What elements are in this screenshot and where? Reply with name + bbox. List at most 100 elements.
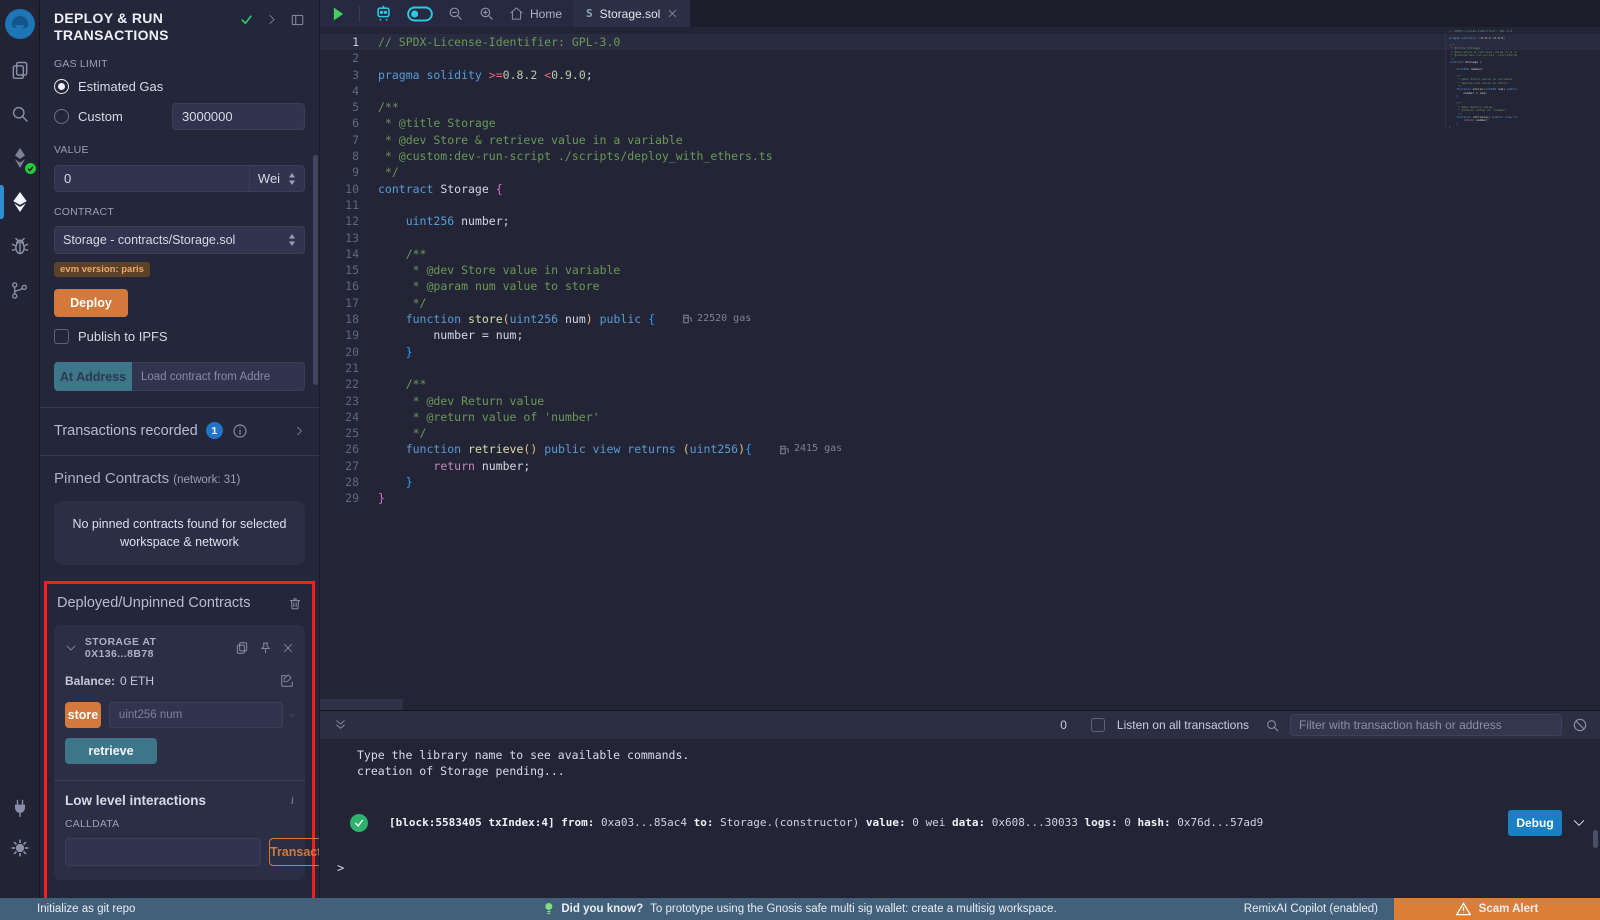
calldata-input[interactable] xyxy=(65,838,261,866)
minimap[interactable]: // SPDX-License-Identifier: GPL-3.0pragm… xyxy=(1445,30,1517,130)
home-tab-button[interactable]: Home xyxy=(509,6,562,21)
code-line: 25 */ xyxy=(320,425,1600,441)
sidebar-item-search[interactable] xyxy=(0,92,40,136)
transaction-row[interactable]: [block:5583405 txIndex:4] from: 0xa03...… xyxy=(320,806,1600,840)
store-param-input[interactable] xyxy=(109,702,283,728)
custom-gas-radio[interactable] xyxy=(54,109,69,124)
chevron-right-icon[interactable] xyxy=(266,13,278,26)
sidebar-item-file-explorer[interactable] xyxy=(0,48,40,92)
gas-estimate-badge: 22520 gas xyxy=(683,311,751,327)
info-icon xyxy=(232,423,248,439)
copilot-toggle-icon[interactable] xyxy=(407,6,433,22)
editor-area: Home S Storage.sol 1// SPDX-License-Iden… xyxy=(320,0,1600,898)
edit-icon[interactable] xyxy=(280,674,294,688)
code-line: 18 function store(uint256 num) public {2… xyxy=(320,311,1600,327)
sidebar-item-solidity-compiler[interactable] xyxy=(0,136,40,180)
collapse-terminal-icon[interactable] xyxy=(334,718,347,732)
publish-ipfs-option[interactable]: Publish to IPFS xyxy=(54,329,305,344)
chevron-right-icon[interactable] xyxy=(294,425,305,437)
sidebar-item-git[interactable] xyxy=(0,268,40,312)
value-input[interactable] xyxy=(54,165,250,192)
updown-caret-icon xyxy=(288,234,296,246)
custom-gas-input[interactable] xyxy=(172,103,305,130)
copy-icon[interactable] xyxy=(235,641,249,655)
estimated-gas-radio[interactable] xyxy=(54,79,69,94)
contract-select[interactable]: Storage - contracts/Storage.sol xyxy=(54,226,305,254)
updown-caret-icon xyxy=(288,173,296,185)
publish-ipfs-checkbox[interactable] xyxy=(54,329,69,344)
sidebar-item-deploy-run[interactable] xyxy=(0,180,40,224)
zoom-in-icon[interactable] xyxy=(478,5,495,22)
remix-logo[interactable] xyxy=(0,0,40,48)
remix-logo-icon xyxy=(5,9,35,39)
terminal-header: 0 Listen on all transactions xyxy=(320,711,1600,739)
terminal-log[interactable]: Type the library name to see available c… xyxy=(320,739,1600,898)
evm-version-badge: evm version: paris xyxy=(54,262,150,277)
git-branch-icon xyxy=(10,281,29,300)
pin-panel-icon[interactable] xyxy=(290,13,305,27)
code-line: 28 } xyxy=(320,474,1600,490)
chevron-down-icon[interactable] xyxy=(65,642,77,654)
estimated-gas-option[interactable]: Estimated Gas xyxy=(54,79,305,94)
gas-limit-label: GAS LIMIT xyxy=(54,58,305,70)
code-area[interactable]: 1// SPDX-License-Identifier: GPL-3.023pr… xyxy=(320,27,1600,710)
code-line: 1// SPDX-License-Identifier: GPL-3.0 xyxy=(320,34,1600,50)
sidebar-item-plugin-manager[interactable] xyxy=(0,786,40,830)
code-editor: Home S Storage.sol 1// SPDX-License-Iden… xyxy=(320,0,1600,710)
ban-icon[interactable] xyxy=(1572,717,1588,733)
retrieve-function-button[interactable]: retrieve xyxy=(65,738,157,764)
transactions-recorded-row[interactable]: Transactions recorded 1 xyxy=(54,422,305,439)
expand-tx-icon[interactable] xyxy=(1572,816,1586,830)
divider xyxy=(54,780,305,781)
custom-gas-option[interactable]: Custom xyxy=(54,103,305,130)
tab-storage-sol[interactable]: S Storage.sol xyxy=(574,0,690,27)
terminal-filter-input[interactable] xyxy=(1290,714,1562,736)
close-icon[interactable] xyxy=(282,642,294,654)
calldata-label: CALLDATA xyxy=(65,818,294,830)
warning-icon xyxy=(1456,902,1471,916)
store-function-button[interactable]: store xyxy=(65,702,101,728)
trash-icon[interactable] xyxy=(288,596,302,611)
lightbulb-icon xyxy=(543,902,554,916)
code-line: 17 */ xyxy=(320,295,1600,311)
zoom-out-icon[interactable] xyxy=(447,5,464,22)
chevron-down-icon[interactable] xyxy=(289,709,294,722)
sidebar-item-settings[interactable] xyxy=(0,826,40,870)
deploy-button[interactable]: Deploy xyxy=(54,289,128,317)
at-address-button[interactable]: At Address xyxy=(54,362,132,391)
listen-all-checkbox[interactable] xyxy=(1091,718,1105,732)
value-unit-select[interactable]: Wei xyxy=(250,165,305,192)
pin-icon[interactable] xyxy=(259,641,272,655)
panel-scrollbar[interactable] xyxy=(313,155,318,385)
pinned-network-label: (network: 31) xyxy=(173,474,240,486)
divider xyxy=(40,455,319,456)
editor-toolbar: Home S Storage.sol xyxy=(320,0,1600,27)
balance-value: 0 ETH xyxy=(120,674,154,688)
debug-button[interactable]: Debug xyxy=(1508,810,1562,836)
copilot-status[interactable]: RemixAI Copilot (enabled) xyxy=(1244,903,1378,915)
code-line: 14 /** xyxy=(320,246,1600,262)
instance-title: STORAGE AT 0X136...8B78 xyxy=(85,636,227,660)
active-indicator xyxy=(0,185,4,219)
code-line: 11 xyxy=(320,197,1600,213)
terminal-scrollbar[interactable] xyxy=(1593,830,1598,848)
divider xyxy=(359,6,360,22)
git-init-button[interactable]: Initialize as git repo xyxy=(37,903,135,915)
code-line: 6 * @title Storage xyxy=(320,115,1600,131)
scam-alert-button[interactable]: Scam Alert xyxy=(1394,898,1600,920)
terminal-prompt[interactable]: > xyxy=(337,861,344,877)
at-address-input[interactable] xyxy=(132,362,305,391)
icon-bar xyxy=(0,0,40,898)
run-script-icon[interactable] xyxy=(332,7,345,21)
code-line: 27 return number; xyxy=(320,458,1600,474)
deploy-run-icon xyxy=(10,191,30,213)
transact-button[interactable]: Transact xyxy=(269,838,320,866)
horizontal-scrollbar[interactable] xyxy=(320,699,403,710)
low-level-title: Low level interactions xyxy=(65,793,206,808)
transactions-count-badge: 1 xyxy=(206,422,223,439)
sidebar-item-debugger[interactable] xyxy=(0,224,40,268)
status-bar: Initialize as git repo Did you know? To … xyxy=(0,898,1600,920)
ai-robot-icon[interactable] xyxy=(374,5,393,22)
home-icon xyxy=(509,6,524,21)
close-tab-icon[interactable] xyxy=(667,8,678,19)
